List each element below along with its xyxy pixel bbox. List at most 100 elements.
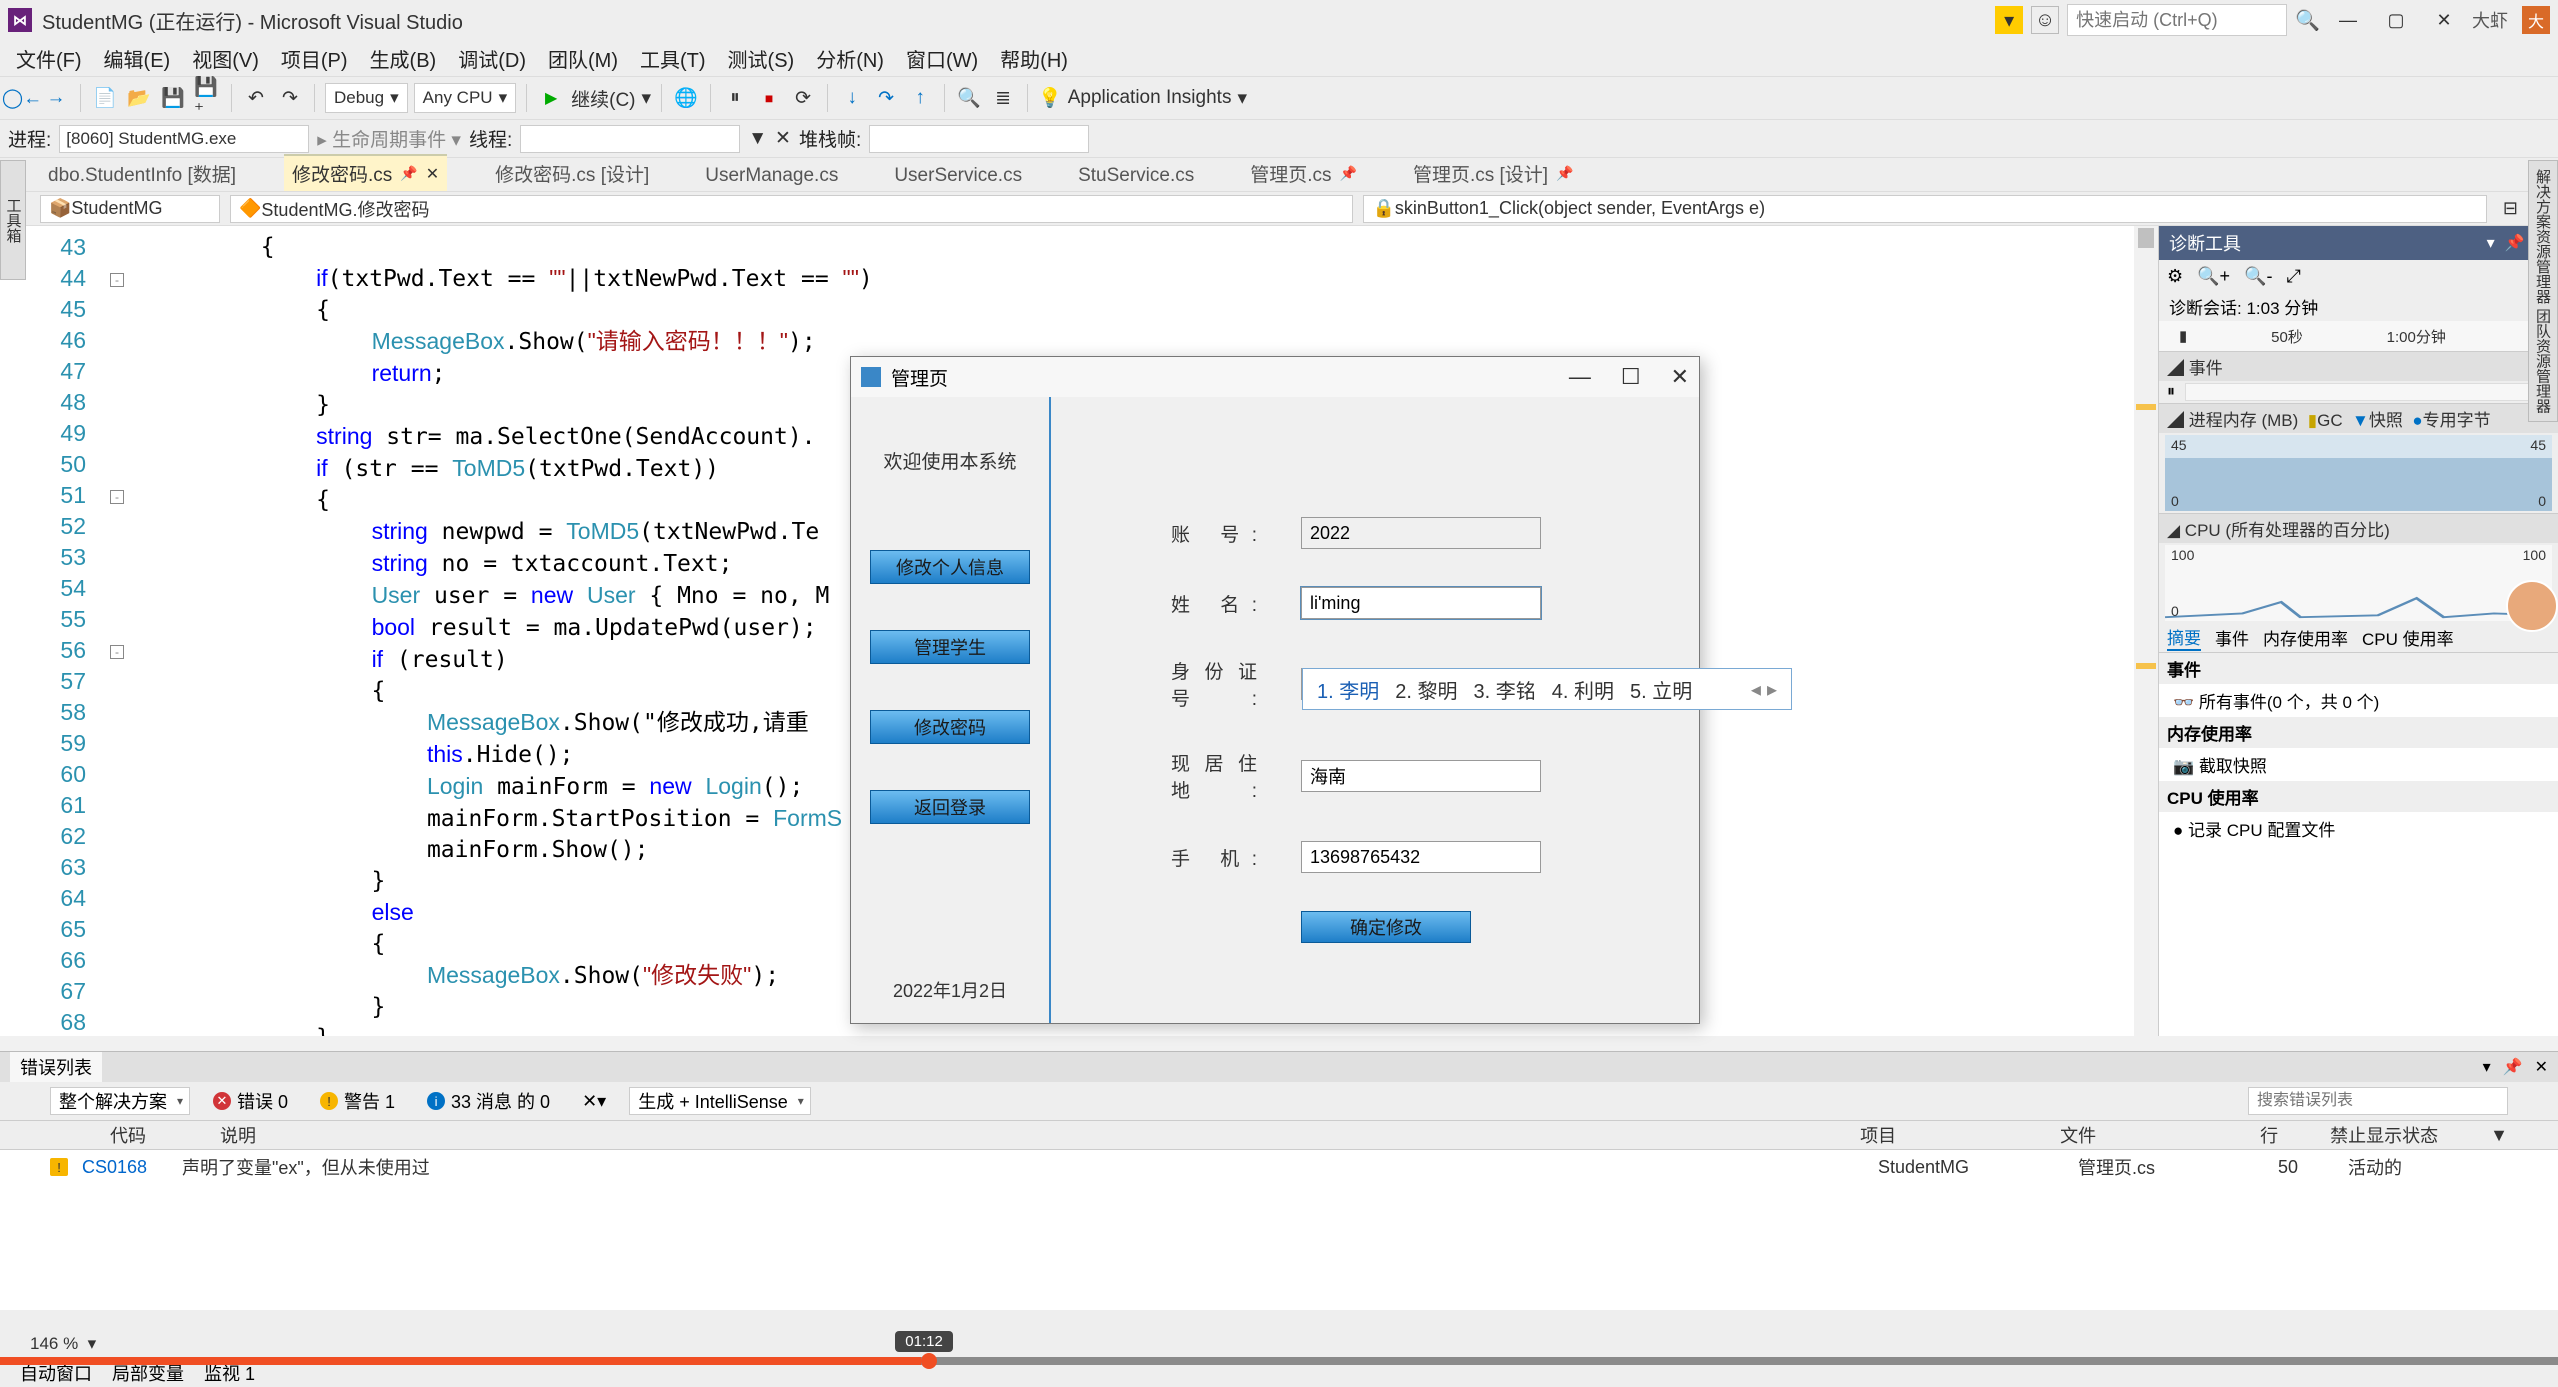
diag-tab-cpu[interactable]: CPU 使用率 bbox=[2362, 625, 2454, 650]
browser-select-icon[interactable]: 🌐 bbox=[672, 84, 700, 112]
tab-manage-cs[interactable]: 管理页.cs 📌 bbox=[1242, 156, 1365, 191]
ime-next-icon[interactable]: ▸ bbox=[1767, 677, 1777, 702]
diag-header[interactable]: 诊断工具 ▾📌✕ bbox=[2159, 226, 2558, 260]
tab-usermanage[interactable]: UserManage.cs bbox=[697, 161, 846, 191]
continue-button[interactable]: ▶ bbox=[537, 84, 565, 112]
menu-project[interactable]: 项目(P) bbox=[273, 42, 356, 75]
tab-changepwd-cs[interactable]: 修改密码.cs 📌 ✕ bbox=[284, 154, 447, 191]
col-desc[interactable]: 说明 bbox=[220, 1122, 1860, 1148]
pin-icon[interactable]: 📌 bbox=[2503, 1057, 2523, 1077]
errorlist-title[interactable]: 错误列表 bbox=[10, 1052, 102, 1082]
diag-zoomout-icon[interactable]: 🔍- bbox=[2244, 266, 2272, 287]
lifecycle-label[interactable]: 生命周期事件 bbox=[332, 130, 446, 151]
ime-candidates[interactable]: 1. 李明 2. 黎明 3. 李铭 4. 利明 5. 立明 ◂▸ bbox=[1302, 668, 1792, 710]
tab-studentinfo[interactable]: dbo.StudentInfo [数据] bbox=[40, 156, 244, 191]
diag-tab-events[interactable]: 事件 bbox=[2215, 625, 2249, 650]
save-all-icon[interactable]: 💾⁺ bbox=[193, 84, 221, 112]
step-out-icon[interactable]: ↑ bbox=[906, 84, 934, 112]
menu-debug[interactable]: 调试(D) bbox=[450, 42, 534, 75]
diag-cpu-row[interactable]: ● 记录 CPU 配置文件 bbox=[2159, 812, 2558, 845]
ime-cand-4[interactable]: 4. 利明 bbox=[1552, 675, 1614, 704]
pin-icon[interactable]: 📌 bbox=[1340, 165, 1357, 182]
ime-prev-icon[interactable]: ◂ bbox=[1751, 677, 1761, 702]
warnings-chip[interactable]: !警告 1 bbox=[311, 1085, 404, 1117]
tab-stuservice[interactable]: StuService.cs bbox=[1070, 161, 1202, 191]
pause-icon[interactable]: ⏸ bbox=[721, 84, 749, 112]
diag-settings-icon[interactable]: ⚙ bbox=[2167, 266, 2183, 287]
function-combo[interactable]: 🔒 skinButton1_Click(object sender, Event… bbox=[1363, 195, 2486, 223]
menu-tools[interactable]: 工具(T) bbox=[632, 42, 714, 75]
process-combo[interactable]: [8060] StudentMG.exe bbox=[59, 125, 309, 153]
quick-launch-input[interactable] bbox=[2067, 4, 2287, 36]
solution-explorer-tab[interactable]: 解决方案资源管理器 团队资源管理器 bbox=[2528, 160, 2558, 422]
tab-userservice[interactable]: UserService.cs bbox=[886, 161, 1030, 191]
phone-input[interactable] bbox=[1301, 841, 1541, 873]
build-combo[interactable]: 生成 + IntelliSense bbox=[629, 1087, 811, 1115]
tab-manage-design[interactable]: 管理页.cs [设计] 📌 bbox=[1405, 156, 1582, 191]
errorlist-search[interactable] bbox=[2248, 1087, 2508, 1115]
minimize-icon[interactable]: — bbox=[2328, 5, 2368, 35]
save-icon[interactable]: 💾 bbox=[159, 84, 187, 112]
menu-file[interactable]: 文件(F) bbox=[8, 42, 90, 75]
maximize-icon[interactable]: ☐ bbox=[1621, 364, 1641, 390]
scope-combo[interactable]: 整个解决方案 bbox=[50, 1087, 190, 1115]
menu-build[interactable]: 生成(B) bbox=[362, 42, 445, 75]
close-icon[interactable]: ✕ bbox=[426, 164, 439, 184]
ime-cand-5[interactable]: 5. 立明 bbox=[1630, 675, 1692, 704]
diag-zoomin-icon[interactable]: 🔍+ bbox=[2197, 266, 2230, 287]
change-password-button[interactable]: 修改密码 bbox=[870, 710, 1030, 744]
tab-changepwd-design[interactable]: 修改密码.cs [设计] bbox=[487, 156, 657, 191]
ime-cand-2[interactable]: 2. 黎明 bbox=[1395, 675, 1457, 704]
menu-help[interactable]: 帮助(H) bbox=[992, 42, 1076, 75]
col-file[interactable]: 文件 bbox=[2060, 1122, 2260, 1148]
pin-icon[interactable]: 📌 bbox=[1556, 165, 1573, 182]
col-suppress[interactable]: 禁止显示状态 bbox=[2330, 1122, 2490, 1148]
filter-icon[interactable]: ✕▾ bbox=[573, 1088, 615, 1115]
project-combo[interactable]: 📦 StudentMG bbox=[40, 195, 220, 223]
insights-label[interactable]: Application Insights bbox=[1068, 87, 1232, 109]
dropdown-icon[interactable]: ▾ bbox=[2487, 233, 2495, 253]
manage-students-button[interactable]: 管理学生 bbox=[870, 630, 1030, 664]
col-line[interactable]: 行 bbox=[2260, 1122, 2330, 1148]
nav-forward-icon[interactable]: → bbox=[42, 84, 70, 112]
undo-icon[interactable]: ↶ bbox=[242, 84, 270, 112]
nav-back-icon[interactable]: ◯← bbox=[8, 84, 36, 112]
menu-edit[interactable]: 编辑(E) bbox=[96, 42, 179, 75]
edit-profile-button[interactable]: 修改个人信息 bbox=[870, 550, 1030, 584]
ime-cand-3[interactable]: 3. 李铭 bbox=[1474, 675, 1536, 704]
redo-icon[interactable]: ↷ bbox=[276, 84, 304, 112]
find-icon[interactable]: 🔍 bbox=[955, 84, 983, 112]
errors-chip[interactable]: ✕错误 0 bbox=[204, 1085, 297, 1117]
open-icon[interactable]: 📂 bbox=[125, 84, 153, 112]
diag-tab-summary[interactable]: 摘要 bbox=[2167, 624, 2201, 651]
diag-events-row[interactable]: 👓 所有事件(0 个，共 0 个) bbox=[2159, 684, 2558, 717]
col-code[interactable]: 代码 bbox=[110, 1122, 220, 1148]
pin-icon[interactable]: 📌 bbox=[2505, 233, 2525, 253]
restart-icon[interactable]: ⟳ bbox=[789, 84, 817, 112]
user-badge[interactable]: 大 bbox=[2522, 6, 2550, 34]
step-over-icon[interactable]: ↷ bbox=[872, 84, 900, 112]
config-dropdown[interactable]: Debug ▾ bbox=[325, 83, 408, 113]
toolbox-tab[interactable]: 工具箱 bbox=[0, 160, 26, 280]
thread-filter-icon[interactable]: ▼ bbox=[748, 128, 767, 150]
continue-label[interactable]: 继续(C) bbox=[571, 85, 635, 112]
close-icon[interactable]: ✕ bbox=[1671, 364, 1689, 390]
notification-flag-icon[interactable]: ▾ bbox=[1995, 6, 2023, 34]
feedback-icon[interactable]: ☺ bbox=[2031, 6, 2059, 34]
insights-icon[interactable]: 💡 bbox=[1038, 86, 1062, 110]
thread-icon[interactable]: ✕ bbox=[775, 127, 791, 150]
menu-test[interactable]: 测试(S) bbox=[720, 42, 803, 75]
col-project[interactable]: 项目 bbox=[1860, 1122, 2060, 1148]
pause-icon[interactable]: ⏸ bbox=[2167, 383, 2175, 401]
editor-scrollbar[interactable] bbox=[2134, 226, 2158, 1036]
menu-window[interactable]: 窗口(W) bbox=[898, 42, 986, 75]
ime-cand-1[interactable]: 1. 李明 bbox=[1317, 675, 1379, 704]
search-icon[interactable]: 🔍 bbox=[2295, 8, 2320, 33]
diag-tab-mem[interactable]: 内存使用率 bbox=[2263, 625, 2348, 650]
step-into-icon[interactable]: ↓ bbox=[838, 84, 866, 112]
menu-analyze[interactable]: 分析(N) bbox=[808, 42, 892, 75]
error-row[interactable]: ! CS0168 声明了变量"ex"，但从未使用过 StudentMG 管理页.… bbox=[0, 1150, 2558, 1184]
new-project-icon[interactable]: 📄 bbox=[91, 84, 119, 112]
class-combo[interactable]: 🔶 StudentMG.修改密码 bbox=[230, 195, 1353, 223]
stackframe-combo[interactable] bbox=[869, 125, 1089, 153]
